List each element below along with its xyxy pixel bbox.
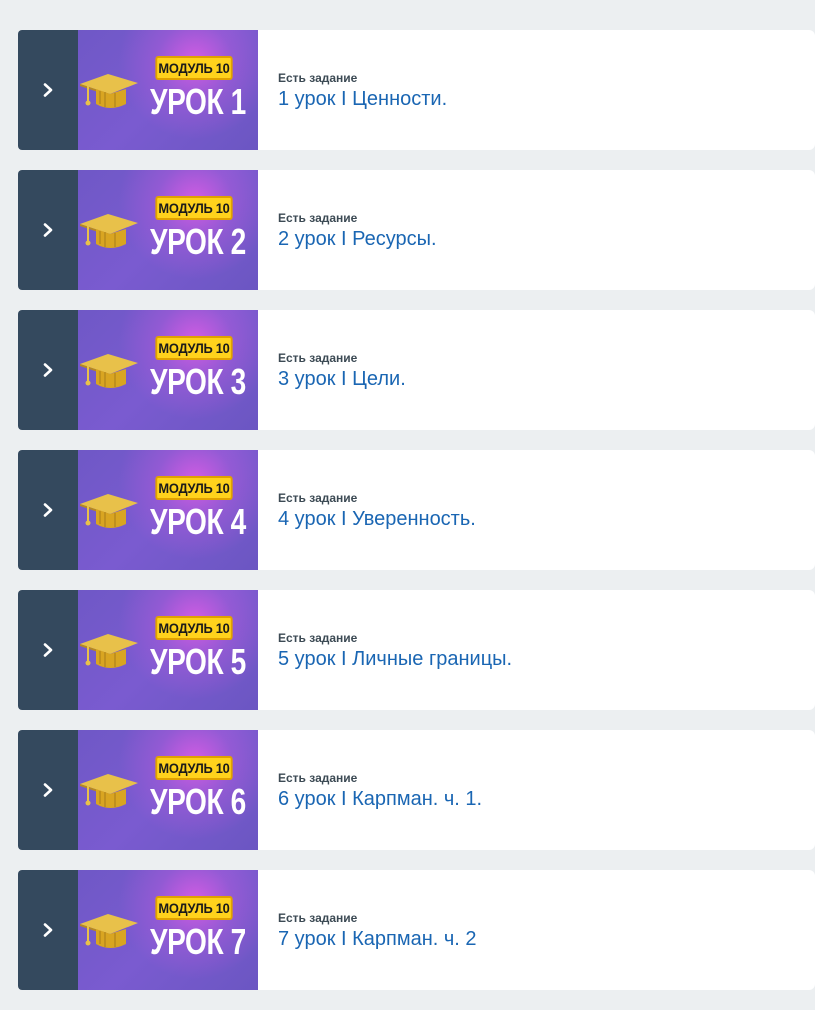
lesson-thumbnail[interactable]: МОДУЛЬ 10 УРОК 2 — [78, 170, 258, 290]
lesson-number-label: УРОК 2 — [150, 221, 246, 262]
expand-toggle-button[interactable] — [18, 170, 78, 290]
lesson-title-link[interactable]: 6 урок I Карпман. ч. 1. — [278, 786, 482, 812]
lesson-thumbnail[interactable]: МОДУЛЬ 10 УРОК 3 — [78, 310, 258, 430]
graduation-cap-icon — [80, 354, 138, 388]
lesson-item[interactable]: МОДУЛЬ 10 УРОК 7 Есть задание 7 урок I К… — [18, 870, 815, 990]
lesson-item[interactable]: МОДУЛЬ 10 УРОК 3 Есть задание 3 урок I Ц… — [18, 310, 815, 430]
lesson-number-label: УРОК 4 — [150, 501, 246, 542]
lesson-thumbnail[interactable]: МОДУЛЬ 10 УРОК 6 — [78, 730, 258, 850]
graduation-cap-icon — [80, 74, 138, 108]
lesson-title-link[interactable]: 3 урок I Цели. — [278, 366, 406, 392]
lesson-number-label: УРОК 1 — [150, 81, 246, 122]
module-badge: МОДУЛЬ 10 — [155, 896, 233, 920]
lesson-list: МОДУЛЬ 10 УРОК 1 Есть задание 1 урок I Ц… — [18, 30, 815, 1010]
expand-toggle-button[interactable] — [18, 870, 78, 990]
lesson-item[interactable]: МОДУЛЬ 10 УРОК 4 Есть задание 4 урок I У… — [18, 450, 815, 570]
lesson-thumbnail[interactable]: МОДУЛЬ 10 УРОК 7 — [78, 870, 258, 990]
lesson-number-label: УРОК 7 — [150, 921, 246, 962]
task-status-label: Есть задание — [278, 771, 358, 785]
chevron-right-icon — [43, 783, 53, 797]
lesson-info: Есть задание 5 урок I Личные границы. — [258, 590, 512, 710]
lesson-title-link[interactable]: 4 урок I Уверенность. — [278, 506, 476, 532]
module-badge: МОДУЛЬ 10 — [155, 336, 233, 360]
lesson-info: Есть задание 7 урок I Карпман. ч. 2 — [258, 870, 477, 990]
chevron-right-icon — [43, 363, 53, 377]
module-badge: МОДУЛЬ 10 — [155, 56, 233, 80]
lesson-item[interactable]: МОДУЛЬ 10 УРОК 6 Есть задание 6 урок I К… — [18, 730, 815, 850]
expand-toggle-button[interactable] — [18, 30, 78, 150]
lesson-info: Есть задание 6 урок I Карпман. ч. 1. — [258, 730, 482, 850]
chevron-right-icon — [43, 923, 53, 937]
chevron-right-icon — [43, 83, 53, 97]
chevron-right-icon — [43, 503, 53, 517]
lesson-number-label: УРОК 5 — [150, 641, 246, 682]
lesson-info: Есть задание 2 урок I Ресурсы. — [258, 170, 437, 290]
lesson-title-link[interactable]: 5 урок I Личные границы. — [278, 646, 512, 672]
lesson-info: Есть задание 4 урок I Уверенность. — [258, 450, 476, 570]
graduation-cap-icon — [80, 214, 138, 248]
lesson-thumbnail[interactable]: МОДУЛЬ 10 УРОК 5 — [78, 590, 258, 710]
task-status-label: Есть задание — [278, 211, 358, 225]
lesson-item[interactable]: МОДУЛЬ 10 УРОК 2 Есть задание 2 урок I Р… — [18, 170, 815, 290]
lesson-thumbnail[interactable]: МОДУЛЬ 10 УРОК 4 — [78, 450, 258, 570]
task-status-label: Есть задание — [278, 351, 358, 365]
lesson-title-link[interactable]: 1 урок I Ценности. — [278, 86, 447, 112]
chevron-right-icon — [43, 223, 53, 237]
lesson-number-label: УРОК 3 — [150, 361, 246, 402]
graduation-cap-icon — [80, 494, 138, 528]
lesson-item[interactable]: МОДУЛЬ 10 УРОК 1 Есть задание 1 урок I Ц… — [18, 30, 815, 150]
lesson-title-link[interactable]: 2 урок I Ресурсы. — [278, 226, 437, 252]
lesson-thumbnail[interactable]: МОДУЛЬ 10 УРОК 1 — [78, 30, 258, 150]
module-badge: МОДУЛЬ 10 — [155, 476, 233, 500]
lesson-title-link[interactable]: 7 урок I Карпман. ч. 2 — [278, 926, 477, 952]
lesson-item[interactable]: МОДУЛЬ 10 УРОК 5 Есть задание 5 урок I Л… — [18, 590, 815, 710]
module-badge: МОДУЛЬ 10 — [155, 756, 233, 780]
expand-toggle-button[interactable] — [18, 730, 78, 850]
lesson-info: Есть задание 3 урок I Цели. — [258, 310, 406, 430]
task-status-label: Есть задание — [278, 71, 358, 85]
lesson-number-label: УРОК 6 — [150, 781, 246, 822]
graduation-cap-icon — [80, 914, 138, 948]
module-badge: МОДУЛЬ 10 — [155, 196, 233, 220]
expand-toggle-button[interactable] — [18, 310, 78, 430]
chevron-right-icon — [43, 643, 53, 657]
graduation-cap-icon — [80, 634, 138, 668]
graduation-cap-icon — [80, 774, 138, 808]
task-status-label: Есть задание — [278, 631, 358, 645]
expand-toggle-button[interactable] — [18, 450, 78, 570]
task-status-label: Есть задание — [278, 491, 358, 505]
lesson-info: Есть задание 1 урок I Ценности. — [258, 30, 447, 150]
expand-toggle-button[interactable] — [18, 590, 78, 710]
module-badge: МОДУЛЬ 10 — [155, 616, 233, 640]
task-status-label: Есть задание — [278, 911, 358, 925]
